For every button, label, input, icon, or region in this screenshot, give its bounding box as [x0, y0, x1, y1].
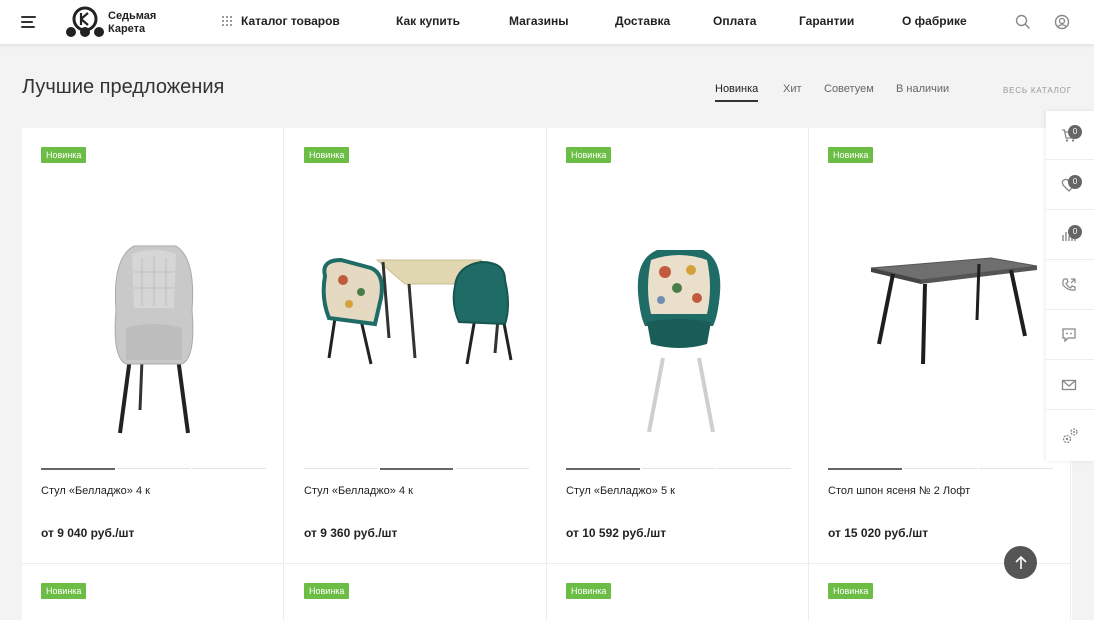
new-badge: Новинка: [41, 583, 87, 599]
side-mail-button[interactable]: [1046, 361, 1094, 410]
floral-chair-image: [637, 250, 721, 433]
compare-count-badge: 0: [1068, 225, 1082, 239]
product-price: от 15 020 руб./шт: [828, 526, 929, 540]
nav-how-to-buy[interactable]: Как купить: [396, 14, 460, 28]
product-card[interactable]: Новинка: [547, 564, 809, 620]
image-slider[interactable]: [304, 468, 530, 470]
tab-hit[interactable]: Хит: [783, 83, 802, 95]
side-chat-button[interactable]: [1046, 311, 1094, 360]
product-image[interactable]: [305, 188, 529, 458]
image-slider[interactable]: [828, 468, 1054, 470]
new-badge: Новинка: [828, 147, 874, 163]
side-cart-button[interactable]: 0: [1046, 111, 1094, 160]
loft-table-image: [870, 257, 1038, 365]
nav-shops[interactable]: Магазины: [509, 14, 568, 28]
side-toolbar: 0 0 0: [1046, 111, 1094, 461]
product-name[interactable]: Стол шпон ясеня № 2 Лофт: [828, 485, 970, 497]
side-compare-button[interactable]: 0: [1046, 211, 1094, 260]
nav-catalog-label: Каталог товаров: [241, 14, 340, 28]
product-price: от 10 592 руб./шт: [566, 526, 667, 540]
image-slider[interactable]: [566, 468, 792, 470]
nav-guarantees[interactable]: Гарантии: [799, 14, 854, 28]
tab-recommended[interactable]: Советуем: [824, 83, 874, 95]
grid-dots-icon: [222, 16, 232, 26]
product-image[interactable]: [829, 188, 1053, 458]
product-name[interactable]: Стул «Белладжо» 4 к: [41, 485, 150, 497]
logo-text-line2: Карета: [108, 23, 146, 35]
nav-delivery[interactable]: Доставка: [615, 14, 670, 28]
user-account-icon[interactable]: [1054, 14, 1070, 30]
table-set-image: [321, 257, 513, 365]
grey-chair-image: [114, 245, 194, 434]
image-slider[interactable]: [41, 468, 267, 470]
product-card[interactable]: Новинка Стул «Белладжо» 4 к от 9 360 руб…: [285, 128, 547, 564]
product-price: от 9 040 руб./шт: [41, 526, 135, 540]
tab-in-stock[interactable]: В наличии: [896, 83, 949, 95]
product-image[interactable]: [567, 188, 791, 458]
side-callback-button[interactable]: [1046, 261, 1094, 310]
new-badge: Новинка: [304, 147, 350, 163]
new-badge: Новинка: [566, 583, 612, 599]
settings-icon: [1062, 428, 1078, 444]
new-badge: Новинка: [41, 147, 87, 163]
cart-count-badge: 0: [1068, 125, 1082, 139]
product-grid: Новинка Стул «Белладжо» 4 к от 9 040 руб…: [22, 128, 1072, 620]
chat-icon: [1062, 328, 1076, 343]
product-card[interactable]: Новинка Стул «Белладжо» 5 к от 10 592 ру…: [547, 128, 809, 564]
logo-text: Седьмая Карета: [108, 10, 156, 36]
section-title: Лучшие предложения: [22, 76, 225, 98]
search-icon[interactable]: [1015, 14, 1031, 30]
logo-text-line1: Седьмая: [108, 10, 157, 22]
product-name[interactable]: Стул «Белладжо» 4 к: [304, 485, 413, 497]
side-settings-button[interactable]: [1046, 411, 1094, 460]
product-card[interactable]: Новинка Стул «Белладжо» 4 к от 9 040 руб…: [22, 128, 284, 564]
product-card[interactable]: Новинка: [22, 564, 284, 620]
product-price: от 9 360 руб./шт: [304, 526, 398, 540]
product-card[interactable]: Новинка: [285, 564, 547, 620]
tab-new[interactable]: Новинка: [715, 83, 759, 102]
new-badge: Новинка: [566, 147, 612, 163]
side-favorites-button[interactable]: 0: [1046, 161, 1094, 210]
nav-payment[interactable]: Оплата: [713, 14, 756, 28]
logo[interactable]: Седьмая Карета: [64, 6, 164, 40]
mail-icon: [1061, 379, 1077, 391]
favorites-count-badge: 0: [1068, 175, 1082, 189]
all-catalog-link[interactable]: ВЕСЬ КАТАЛОГ: [1003, 86, 1072, 95]
new-badge: Новинка: [828, 583, 874, 599]
product-name[interactable]: Стул «Белладжо» 5 к: [566, 485, 675, 497]
new-badge: Новинка: [304, 583, 350, 599]
product-image[interactable]: [42, 188, 266, 458]
product-card[interactable]: Новинка Стол шпон ясеня № 2 Лофт от 15 0…: [809, 128, 1071, 564]
menu-burger-icon[interactable]: [21, 16, 36, 28]
callback-icon: [1062, 278, 1076, 291]
logo-icon: [66, 6, 104, 37]
nav-catalog[interactable]: Каталог товаров: [222, 14, 340, 28]
nav-about-factory[interactable]: О фабрике: [902, 14, 967, 28]
scroll-to-top-button[interactable]: [1004, 546, 1037, 579]
site-header: Седьмая Карета Каталог товаров Как купит…: [0, 0, 1094, 45]
arrow-up-icon: [1015, 555, 1027, 569]
